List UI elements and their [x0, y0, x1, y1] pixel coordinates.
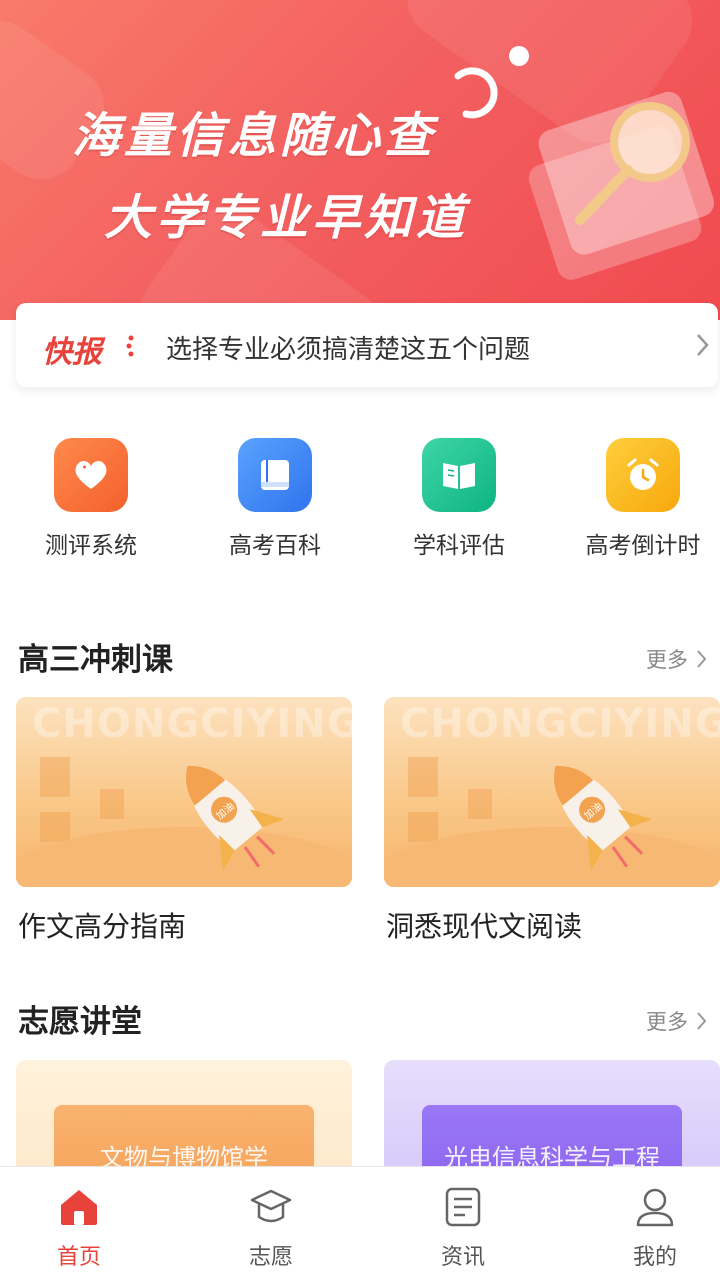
quick-item-countdown[interactable]: 高考倒计时: [563, 438, 720, 560]
more-label: 更多: [646, 648, 688, 672]
more-link-lecture[interactable]: 更多: [646, 1006, 708, 1036]
rocket-illustration: 加油: [186, 766, 285, 871]
graduation-cap-icon: [250, 1189, 292, 1223]
tab-label: 资讯: [440, 1245, 485, 1270]
home-icon: [61, 1190, 97, 1225]
card-watermark: CHONGCIYING: [32, 701, 352, 747]
more-link-sprint[interactable]: 更多: [646, 644, 708, 674]
quick-item-label: 高考百科: [229, 533, 321, 559]
quick-item-encyclopedia[interactable]: 高考百科: [195, 438, 355, 560]
tab-label: 志愿: [248, 1245, 293, 1270]
more-label: 更多: [646, 1010, 688, 1034]
tab-label: 我的: [632, 1245, 677, 1270]
tab-mine[interactable]: 我的: [595, 1185, 715, 1271]
news-ticker[interactable]: 快报 选择专业必须搞清楚这五个问题: [16, 303, 718, 387]
ticker-tag: 快报: [42, 335, 102, 370]
chevron-right-icon: [697, 334, 709, 356]
tab-volunteer[interactable]: 志愿: [211, 1185, 331, 1271]
ticker-dots-icon: [126, 335, 134, 357]
course-card-title[interactable]: 洞悉现代文阅读: [386, 905, 582, 945]
quick-item-discipline-eval[interactable]: 学科评估: [379, 438, 539, 560]
quick-item-label: 高考倒计时: [585, 533, 701, 559]
tab-label: 首页: [56, 1245, 101, 1270]
magnifier-illustration: [528, 91, 715, 280]
ticker-headline[interactable]: 选择专业必须搞清楚这五个问题: [166, 329, 530, 366]
dot-icon: [509, 46, 529, 66]
section-title-sprint: 高三冲刺课: [18, 642, 173, 678]
tab-home[interactable]: 首页: [19, 1185, 139, 1271]
quick-item-label: 学科评估: [413, 533, 505, 559]
course-card-title[interactable]: 作文高分指南: [18, 905, 186, 945]
alarm-clock-icon: [606, 438, 680, 512]
rocket-illustration: 加油: [554, 766, 653, 871]
banner-headline-1: 海量信息随心查: [72, 108, 437, 164]
bottom-tab-bar: 首页 志愿 资讯 我的: [0, 1166, 720, 1281]
quick-menu: 测评系统 高考百科 学科评估 高考倒计时: [0, 438, 720, 560]
book-icon: [238, 438, 312, 512]
open-book-icon: [422, 438, 496, 512]
heart-icon: [54, 438, 128, 512]
course-card[interactable]: CHONGCIYING 加油: [16, 697, 352, 887]
hero-banner[interactable]: 海量信息随心查 大学专业早知道: [0, 0, 720, 320]
tab-news[interactable]: 资讯: [403, 1185, 523, 1271]
chevron-right-icon: [697, 650, 707, 668]
user-icon: [636, 1188, 674, 1227]
card-watermark: CHONGCIYING: [400, 701, 720, 747]
chevron-right-icon: [697, 1012, 707, 1030]
quick-item-assessment[interactable]: 测评系统: [11, 438, 171, 560]
quick-item-label: 测评系统: [45, 533, 137, 559]
news-icon: [445, 1187, 481, 1227]
banner-headline-2: 大学专业早知道: [104, 190, 469, 246]
section-title-lecture: 志愿讲堂: [18, 1004, 142, 1040]
course-card[interactable]: CHONGCIYING 加油: [384, 697, 720, 887]
crescent-icon: [454, 67, 498, 119]
